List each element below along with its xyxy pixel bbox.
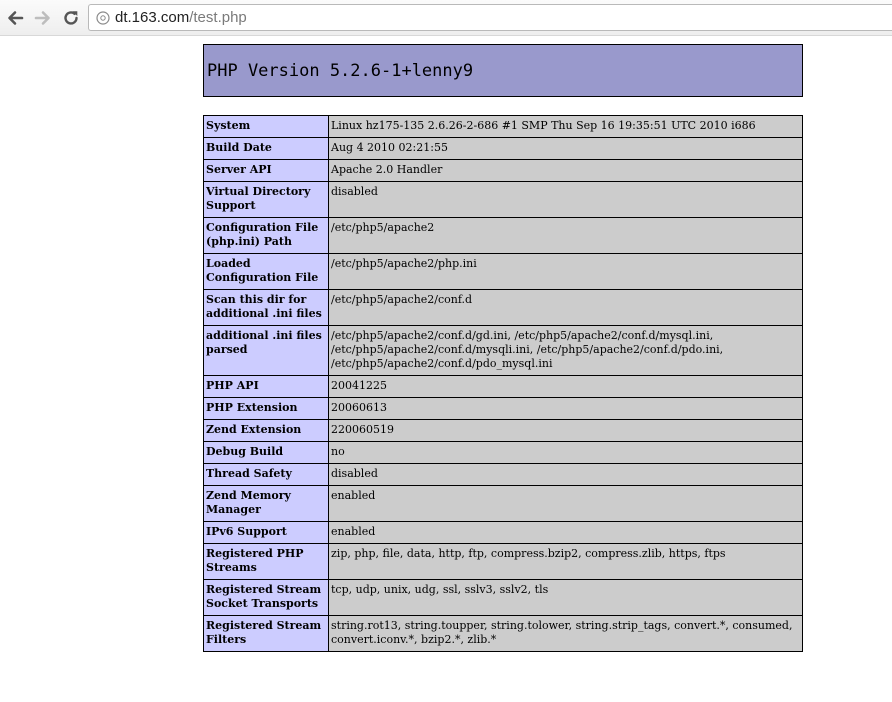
table-row: Zend Memory Manager enabled: [203, 485, 803, 522]
row-label: PHP Extension: [203, 397, 329, 420]
row-value: tcp, udp, unix, udg, ssl, sslv3, sslv2, …: [328, 579, 803, 616]
table-row: PHP Extension 20060613: [203, 397, 803, 420]
row-label: Zend Memory Manager: [203, 485, 329, 522]
table-row: System Linux hz175-135 2.6.26-2-686 #1 SM…: [203, 115, 803, 138]
row-value: /etc/php5/apache2/conf.d/gd.ini, /etc/ph…: [328, 325, 803, 376]
row-label: Thread Safety: [203, 463, 329, 486]
row-label: IPv6 Support: [203, 521, 329, 544]
php-version-header: PHP Version 5.2.6-1+lenny9: [203, 44, 803, 97]
url-path: /test.php: [189, 9, 247, 26]
row-value: 220060519: [328, 419, 803, 442]
row-value: 20041225: [328, 375, 803, 398]
row-value: string.rot13, string.toupper, string.tol…: [328, 615, 803, 652]
row-value: 20060613: [328, 397, 803, 420]
row-label: Debug Build: [203, 441, 329, 464]
table-row: Registered PHP Streams zip, php, file, da…: [203, 543, 803, 580]
table-row: Virtual Directory Support disabled: [203, 181, 803, 218]
table-row: Debug Build no: [203, 441, 803, 464]
page-icon: [95, 10, 111, 26]
row-label: Server API: [203, 159, 329, 182]
table-row: Scan this dir for additional .ini files /…: [203, 289, 803, 326]
table-row: Thread Safety disabled: [203, 463, 803, 486]
row-value: Aug 4 2010 02:21:55: [328, 137, 803, 160]
row-label: System: [203, 115, 329, 138]
row-label: Scan this dir for additional .ini files: [203, 289, 329, 326]
back-button[interactable]: [4, 7, 26, 29]
row-value: no: [328, 441, 803, 464]
reload-button[interactable]: [60, 7, 82, 29]
row-label: Zend Extension: [203, 419, 329, 442]
row-value: /etc/php5/apache2/php.ini: [328, 253, 803, 290]
row-label: Virtual Directory Support: [203, 181, 329, 218]
row-value: disabled: [328, 181, 803, 218]
forward-button[interactable]: [32, 7, 54, 29]
reload-icon: [64, 11, 78, 25]
table-row: Zend Extension 220060519: [203, 419, 803, 442]
table-row: Loaded Configuration File/etc/php5/apach…: [203, 253, 803, 290]
row-label: Build Date: [203, 137, 329, 160]
back-arrow-icon: [8, 11, 24, 25]
row-label: Loaded Configuration File: [203, 253, 329, 290]
address-bar[interactable]: dt.163.com/test.php: [88, 4, 892, 31]
row-value: Apache 2.0 Handler: [328, 159, 803, 182]
browser-toolbar: dt.163.com/test.php: [0, 0, 892, 36]
row-label: PHP API: [203, 375, 329, 398]
table-row: IPv6 Support enabled: [203, 521, 803, 544]
row-value: /etc/php5/apache2/conf.d: [328, 289, 803, 326]
row-value: zip, php, file, data, http, ftp, compres…: [328, 543, 803, 580]
table-row: Build Date Aug 4 2010 02:21:55: [203, 137, 803, 160]
url-text[interactable]: dt.163.com/test.php: [115, 9, 247, 26]
row-value: disabled: [328, 463, 803, 486]
table-row: Registered Stream Filters string.rot13, s…: [203, 615, 803, 652]
table-row: additional .ini files parsed/etc/php5/ap…: [203, 325, 803, 376]
row-value: enabled: [328, 521, 803, 544]
table-row: Server API Apache 2.0 Handler: [203, 159, 803, 182]
row-label: Registered PHP Streams: [203, 543, 329, 580]
row-label: Registered Stream Filters: [203, 615, 329, 652]
row-value: /etc/php5/apache2: [328, 217, 803, 254]
row-label: Registered Stream Socket Transports: [203, 579, 329, 616]
php-info-table: System Linux hz175-135 2.6.26-2-686 #1 SM…: [203, 115, 803, 652]
page-content: PHP Version 5.2.6-1+lenny9 System Linux h…: [0, 36, 892, 702]
url-host: dt.163.com: [115, 9, 190, 26]
row-value: Linux hz175-135 2.6.26-2-686 #1 SMP Thu …: [328, 115, 803, 138]
table-row: Configuration File (php.ini) Path/etc/ph…: [203, 217, 803, 254]
page-title: PHP Version 5.2.6-1+lenny9: [207, 60, 474, 81]
row-label: additional .ini files parsed: [203, 325, 329, 376]
row-value: enabled: [328, 485, 803, 522]
table-row: PHP API 20041225: [203, 375, 803, 398]
table-row: Registered Stream Socket Transports tcp, …: [203, 579, 803, 616]
forward-arrow-icon: [34, 11, 50, 25]
row-label: Configuration File (php.ini) Path: [203, 217, 329, 254]
